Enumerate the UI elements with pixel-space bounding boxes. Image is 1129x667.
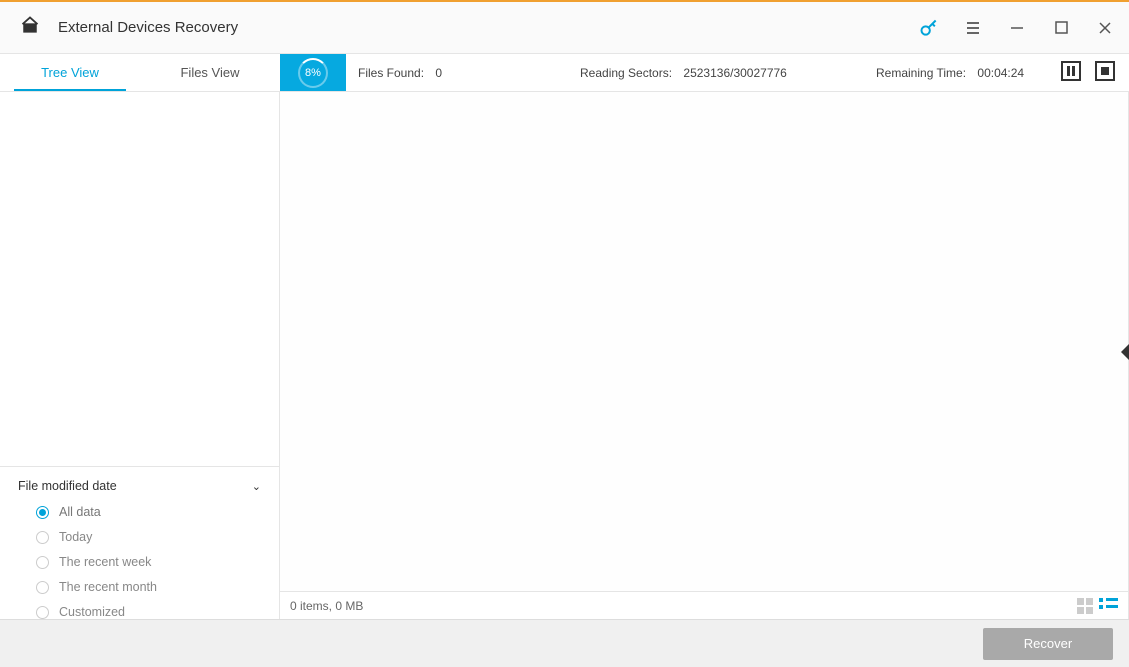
filter-heading-label: File modified date: [18, 479, 117, 493]
filter-option-recent-week[interactable]: The recent week: [36, 555, 261, 569]
maximize-button[interactable]: [1049, 16, 1073, 40]
key-icon[interactable]: [917, 16, 941, 40]
filter-option-all-data[interactable]: All data: [36, 505, 261, 519]
filter-section: File modified date ⌄ All data Today The …: [0, 466, 279, 619]
tab-tree-view[interactable]: Tree View: [0, 54, 140, 91]
tree-area: [0, 92, 279, 466]
home-icon[interactable]: [20, 15, 40, 40]
filter-option-customized[interactable]: Customized: [36, 605, 261, 619]
status-files-found: Files Found: 0: [358, 66, 442, 80]
file-list-area: [280, 92, 1128, 591]
minimize-button[interactable]: [1005, 16, 1029, 40]
status-remaining-time: Remaining Time: 00:04:24: [876, 66, 1024, 80]
scan-progress: 8%: [280, 54, 346, 91]
tabbar: Tree View Files View 8% Files Found: 0 R…: [0, 54, 1129, 92]
close-button[interactable]: [1093, 16, 1117, 40]
side-panel-handle[interactable]: [1119, 344, 1129, 365]
chevron-down-icon: ⌄: [252, 480, 261, 493]
page-title: External Devices Recovery: [58, 19, 238, 36]
filter-header[interactable]: File modified date ⌄: [18, 479, 261, 493]
filter-option-recent-month[interactable]: The recent month: [36, 580, 261, 594]
content-area: 0 items, 0 MB: [280, 92, 1129, 619]
content-footer: 0 items, 0 MB: [280, 591, 1128, 619]
tab-files-view[interactable]: Files View: [140, 54, 280, 91]
filter-option-today[interactable]: Today: [36, 530, 261, 544]
progress-percent: 8%: [305, 67, 321, 79]
menu-icon[interactable]: [961, 16, 985, 40]
recover-button[interactable]: Recover: [983, 628, 1113, 660]
stop-button[interactable]: [1095, 61, 1115, 81]
selection-summary: 0 items, 0 MB: [290, 599, 363, 613]
titlebar: External Devices Recovery: [0, 0, 1129, 54]
pause-button[interactable]: [1061, 61, 1081, 81]
grid-view-button[interactable]: [1077, 598, 1093, 614]
status-reading-sectors: Reading Sectors: 2523136/30027776: [580, 66, 787, 80]
sidebar: File modified date ⌄ All data Today The …: [0, 92, 280, 619]
list-view-button[interactable]: [1099, 598, 1118, 614]
footer: Recover: [0, 619, 1129, 667]
